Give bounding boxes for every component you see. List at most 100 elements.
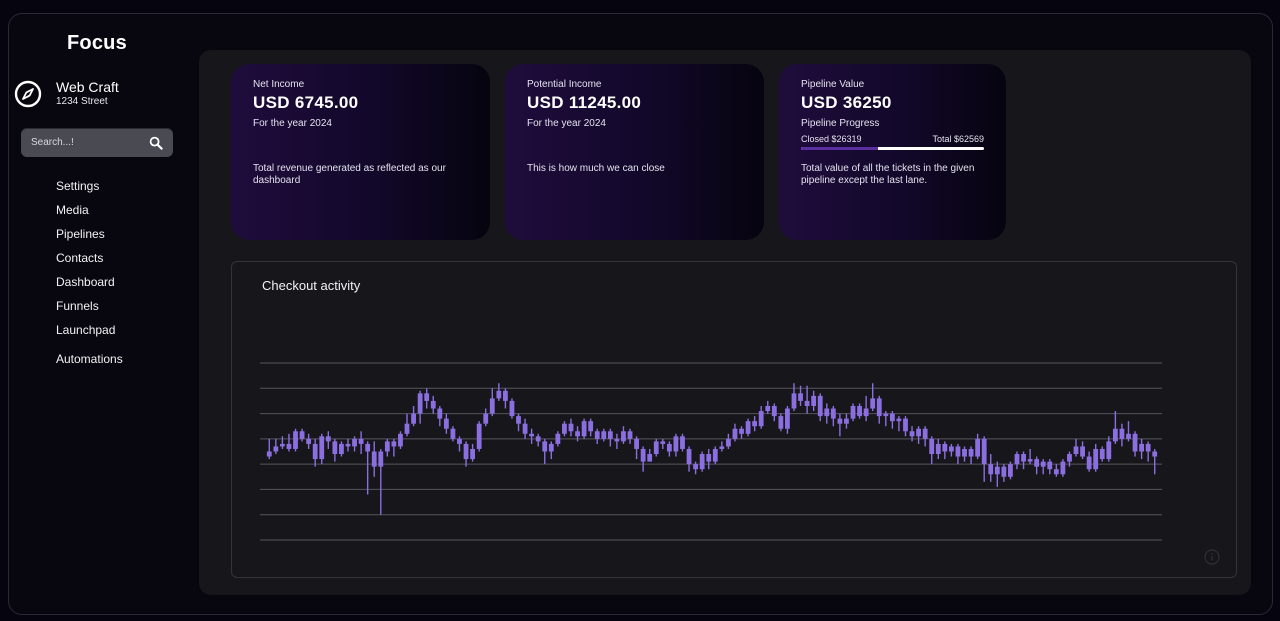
account-switcher[interactable]: Web Craft 1234 Street [14,79,119,109]
candle [798,385,803,406]
candle [778,413,784,432]
candle-body [286,443,292,449]
candle-body [371,451,377,467]
candle [1112,411,1118,444]
brand-logo[interactable]: Focus [67,32,127,55]
candle [1119,423,1125,447]
candle-body [627,431,633,439]
candle-body [876,398,882,417]
candle [837,413,843,437]
candle [935,438,941,460]
candle-body [476,423,482,449]
candle-body [621,431,626,442]
candle-body [771,405,777,417]
card-value: USD 36250 [801,93,892,112]
search-bar[interactable] [21,128,173,157]
candle [712,446,718,465]
candle-body [502,390,508,401]
candle-body [929,438,935,455]
candle-body [889,413,895,422]
candle-body [483,413,489,424]
candle [358,431,364,455]
candle [391,438,397,457]
candle-body [607,431,613,439]
candle-body [450,428,456,439]
candle [345,438,351,452]
candle-body [765,405,771,412]
candle [332,438,338,462]
candle [496,383,502,401]
candle-body [804,400,810,406]
candle [850,403,856,422]
candle-body [555,433,561,444]
candle [811,390,817,412]
card-subtitle: Pipeline Progress [801,118,880,129]
candle [516,413,521,432]
candle [621,426,626,444]
candle [785,405,790,434]
candle-body [1139,443,1145,452]
candle-body [968,448,974,457]
sidebar-item-media[interactable]: Media [56,200,123,224]
sidebar-item-contacts[interactable]: Contacts [56,248,123,272]
candle-body [752,421,758,427]
candle-body [1112,428,1118,442]
candle-body [870,398,876,409]
candle [273,438,279,455]
progress-total-label: Total $62569 [932,134,984,144]
candle-body [863,408,869,417]
candle [804,385,810,414]
candle [483,408,489,427]
candle-body [325,436,331,442]
candle [752,416,758,432]
candle [765,400,771,414]
candle-body [666,443,672,452]
sidebar-item-pipelines[interactable]: Pipelines [56,224,123,248]
candle [470,443,476,462]
sidebar-item-funnels[interactable]: Funnels [56,296,123,320]
candle [365,441,371,495]
candle [955,443,961,465]
candle [588,418,594,437]
candle-body [378,451,384,467]
card-subtitle: For the year 2024 [527,118,606,129]
candle-body [384,441,390,452]
sidebar-item-settings[interactable]: Settings [56,176,123,200]
candle [1080,441,1085,460]
candle [975,433,981,460]
candle [994,461,1000,487]
candle-body [1047,461,1053,470]
candle [929,436,935,465]
candle [607,428,613,447]
info-icon[interactable] [1204,549,1220,565]
candle [371,441,377,477]
candle [601,428,607,442]
candle-body [352,438,357,447]
sidebar-item-dashboard[interactable]: Dashboard [56,272,123,296]
compass-icon [14,80,42,108]
candle-body [699,454,705,470]
checkout-activity-chart: Checkout activity [231,261,1237,578]
progress-closed-label: Closed $26319 [801,134,862,144]
candle-body [824,408,830,417]
candle [384,438,390,457]
candle-body [706,454,712,462]
candle [732,423,738,442]
candle-body [745,421,751,434]
candle [791,383,797,412]
candle-body [509,400,515,417]
candle-body [404,423,410,434]
candle-body [345,443,351,447]
candle-body [1053,469,1059,475]
sidebar-item-launchpad[interactable]: Launchpad [56,320,123,344]
candle-body [1152,451,1158,457]
candle-body [1099,448,1105,460]
candle-body [496,390,502,399]
search-input[interactable] [31,137,141,148]
candle [266,438,272,460]
candle [542,438,548,465]
candle-body [1034,459,1040,467]
sidebar-item-automations[interactable]: Automations [56,349,123,373]
search-icon[interactable] [149,136,163,150]
candle-body [516,416,521,424]
